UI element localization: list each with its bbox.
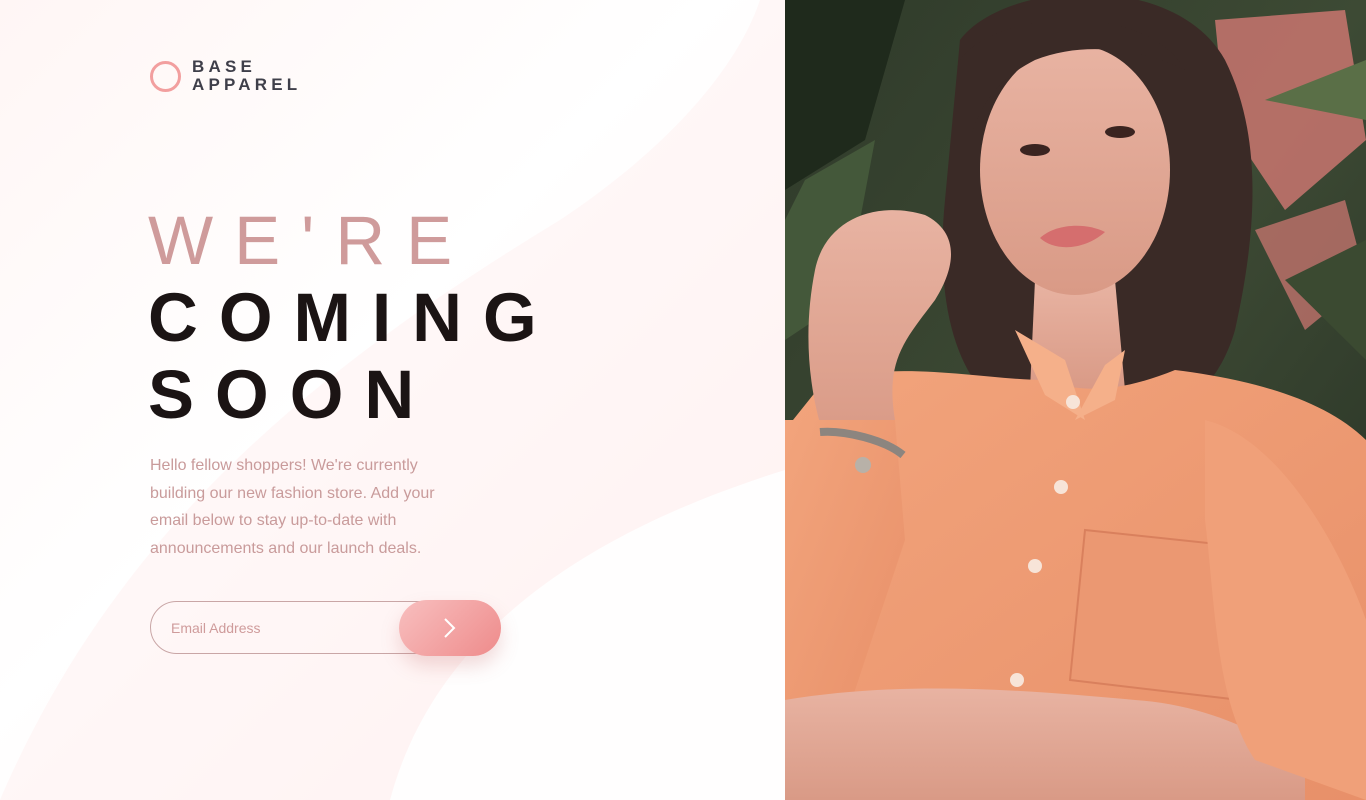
headline-light: WE'RE (148, 202, 474, 279)
hero-photo (785, 0, 1366, 800)
signup-form (150, 600, 501, 656)
headline-bold-coming: COMING (148, 279, 558, 356)
submit-button[interactable] (399, 600, 501, 656)
logo-line-2: APPAREL (192, 75, 302, 94)
hero-image-panel (785, 0, 1366, 800)
logo-wordmark: BASE APPAREL (192, 58, 301, 94)
logo-line-1: BASE (192, 57, 257, 76)
chevron-right-icon (444, 618, 456, 638)
content-panel: BASE APPAREL WE'RE COMING SOON Hello fel… (0, 0, 785, 800)
brand-logo[interactable]: BASE APPAREL (150, 58, 301, 94)
coming-soon-page: BASE APPAREL WE'RE COMING SOON Hello fel… (0, 0, 1366, 800)
logo-ring-icon (150, 60, 181, 92)
intro-text: Hello fellow shoppers! We're currently b… (150, 457, 435, 557)
headline-bold-soon: SOON (148, 356, 436, 433)
page-headline: WE'RE COMING SOON (148, 202, 558, 433)
